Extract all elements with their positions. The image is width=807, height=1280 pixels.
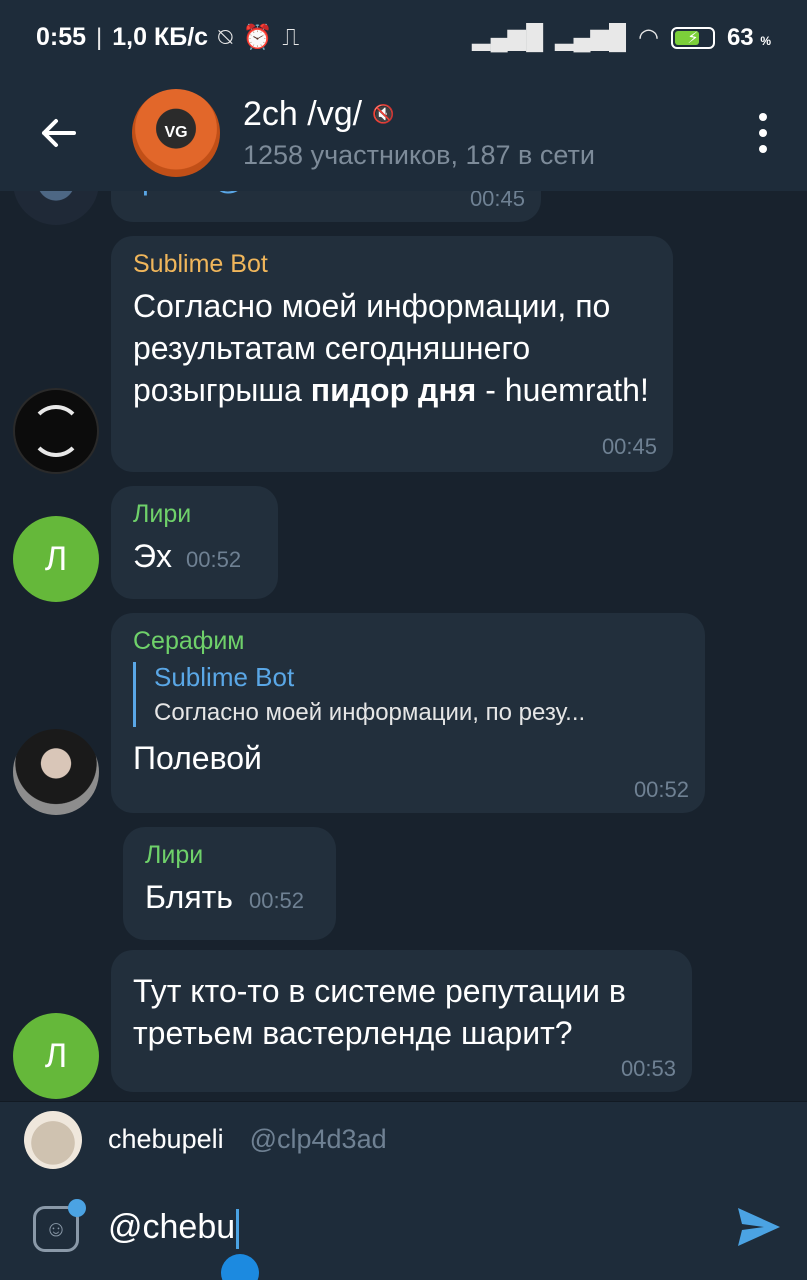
message-bubble[interactable]: /pidor@SublimeBot 00:45: [111, 191, 541, 222]
message-time: 00:53: [620, 1056, 676, 1081]
message-time: 00:45: [601, 434, 657, 459]
notification-dot: [68, 1198, 86, 1217]
message-author[interactable]: Лири: [133, 500, 256, 529]
message-bubble[interactable]: Тут кто-то в системе репутации в третьем…: [111, 950, 692, 1092]
group-title: 2ch /vg/: [243, 95, 363, 133]
caret-handle[interactable]: [221, 1253, 260, 1280]
message-time: 00:52: [248, 888, 305, 913]
reply-quote[interactable]: Sublime Bot Согласно моей информации, по…: [133, 662, 683, 727]
group-info[interactable]: 2ch /vg/ 🔇 1258 участников, 187 в сети: [243, 95, 595, 171]
message-text: Полевой: [133, 740, 262, 776]
message-author[interactable]: Серафим: [133, 627, 683, 656]
message-author[interactable]: Sublime Bot: [133, 250, 651, 279]
message-list[interactable]: /pidor@SublimeBot 00:45 Sublime Bot Согл…: [0, 191, 807, 1101]
group-subtitle: 1258 участников, 187 в сети: [243, 140, 595, 170]
message-bubble[interactable]: Лири Эх 00:52: [111, 486, 278, 599]
status-time: 0:55: [36, 23, 87, 51]
avatar[interactable]: [13, 729, 99, 815]
message-text: Блять 00:52: [145, 879, 305, 915]
sticker-icon[interactable]: ☺: [33, 1198, 86, 1252]
more-vertical-icon[interactable]: [753, 113, 773, 153]
mention-name: chebupeli: [108, 1124, 224, 1154]
signal-icon: ▂▄▆█: [472, 24, 544, 51]
reply-text: Согласно моей информации, по резу...: [154, 699, 586, 726]
muted-icon: 🔇: [372, 104, 395, 124]
message-composer: ☺ @chebu: [0, 1177, 807, 1280]
group-avatar[interactable]: VG: [132, 89, 220, 177]
avatar[interactable]: Л: [13, 516, 99, 602]
message-text[interactable]: /pidor@SublimeBot: [133, 191, 519, 199]
headphones-icon: ⎍: [282, 23, 300, 51]
arrow-left-icon: [42, 119, 76, 147]
reply-author: Sublime Bot: [154, 662, 295, 692]
message-bubble[interactable]: Серафим Sublime Bot Согласно моей информ…: [111, 613, 705, 813]
network-speed: 1,0 КБ/с: [112, 23, 209, 51]
status-bar: 0:55 | 1,0 КБ/с ⍉ ⏰ ⎍ ▂▄▆█ ▂▄▆█ ◠ ⚡ 63 %: [0, 0, 807, 75]
signal-icon-2: ▂▄▆█: [555, 24, 626, 51]
avatar: [24, 1110, 82, 1169]
message-time: 00:52: [633, 777, 689, 802]
back-button[interactable]: [30, 105, 86, 161]
avatar[interactable]: Л: [13, 1013, 99, 1099]
mention-suggestion[interactable]: chebupeli @clp4d3ad: [0, 1101, 807, 1177]
send-button[interactable]: [735, 1203, 783, 1251]
battery-level: 63 %: [726, 23, 771, 51]
wifi-icon: ◠: [638, 24, 659, 51]
message-time: 00:52: [186, 547, 242, 572]
message-text: Тут кто-то в системе репутации в третьем…: [133, 973, 626, 1051]
mention-username: @clp4d3ad: [249, 1124, 387, 1154]
alarm-off-icon: ⍉: [218, 23, 233, 51]
alarm-icon: ⏰: [242, 24, 273, 51]
message-time: 00:45: [469, 191, 525, 211]
battery-icon: ⚡: [670, 26, 715, 49]
message-bubble[interactable]: Лири Блять 00:52: [123, 827, 336, 940]
message-text: Согласно моей информации, по результатам…: [133, 288, 649, 408]
chat-header: VG 2ch /vg/ 🔇 1258 участников, 187 в сет…: [0, 75, 807, 191]
send-icon: [738, 1208, 780, 1246]
message-bubble[interactable]: Sublime Bot Согласно моей информации, по…: [111, 236, 673, 472]
message-author[interactable]: Лири: [145, 841, 314, 870]
avatar[interactable]: [13, 388, 99, 474]
avatar[interactable]: [13, 191, 99, 225]
divider: |: [96, 23, 103, 51]
message-input[interactable]: @chebu: [108, 1208, 260, 1280]
message-text: Эх 00:52: [133, 538, 242, 574]
text-caret: [236, 1209, 240, 1249]
